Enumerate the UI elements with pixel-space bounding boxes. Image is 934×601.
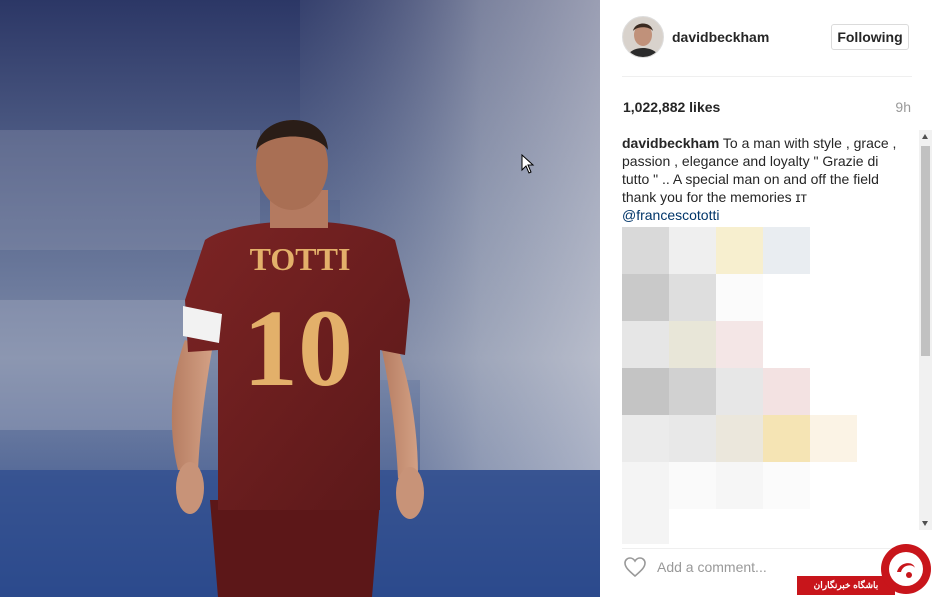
header-divider — [622, 76, 912, 77]
post-header: davidbeckham Following — [622, 16, 912, 60]
jersey-number: 10 — [243, 287, 353, 409]
caption: davidbeckham To a man with style , grace… — [622, 134, 898, 224]
jersey-name: TOTTI — [250, 241, 351, 277]
caption-username[interactable]: davidbeckham — [622, 135, 719, 151]
footer-divider — [622, 548, 912, 549]
comments-scrollbar[interactable] — [919, 130, 932, 530]
scroll-up-icon[interactable] — [922, 134, 928, 139]
following-button[interactable]: Following — [831, 24, 909, 50]
scrollbar-thumb[interactable] — [921, 146, 930, 356]
post-panel: davidbeckham Following 1,022,882 likes 9… — [600, 0, 934, 597]
comments-section: davidbeckham To a man with style , grace… — [622, 134, 912, 544]
add-comment-input[interactable] — [657, 556, 847, 578]
scroll-down-icon[interactable] — [922, 521, 928, 526]
caption-mention[interactable]: @francescototti — [622, 207, 719, 223]
post-timestamp[interactable]: 9h — [895, 99, 911, 115]
watermark-logo-icon — [879, 542, 933, 596]
avatar[interactable] — [622, 16, 664, 58]
username-link[interactable]: davidbeckham — [672, 29, 769, 45]
heart-icon[interactable] — [623, 556, 647, 578]
mouse-cursor-icon — [521, 153, 535, 174]
likes-count[interactable]: 1,022,882 likes — [623, 99, 720, 115]
post-photo[interactable]: TOTTI 10 — [0, 0, 600, 597]
